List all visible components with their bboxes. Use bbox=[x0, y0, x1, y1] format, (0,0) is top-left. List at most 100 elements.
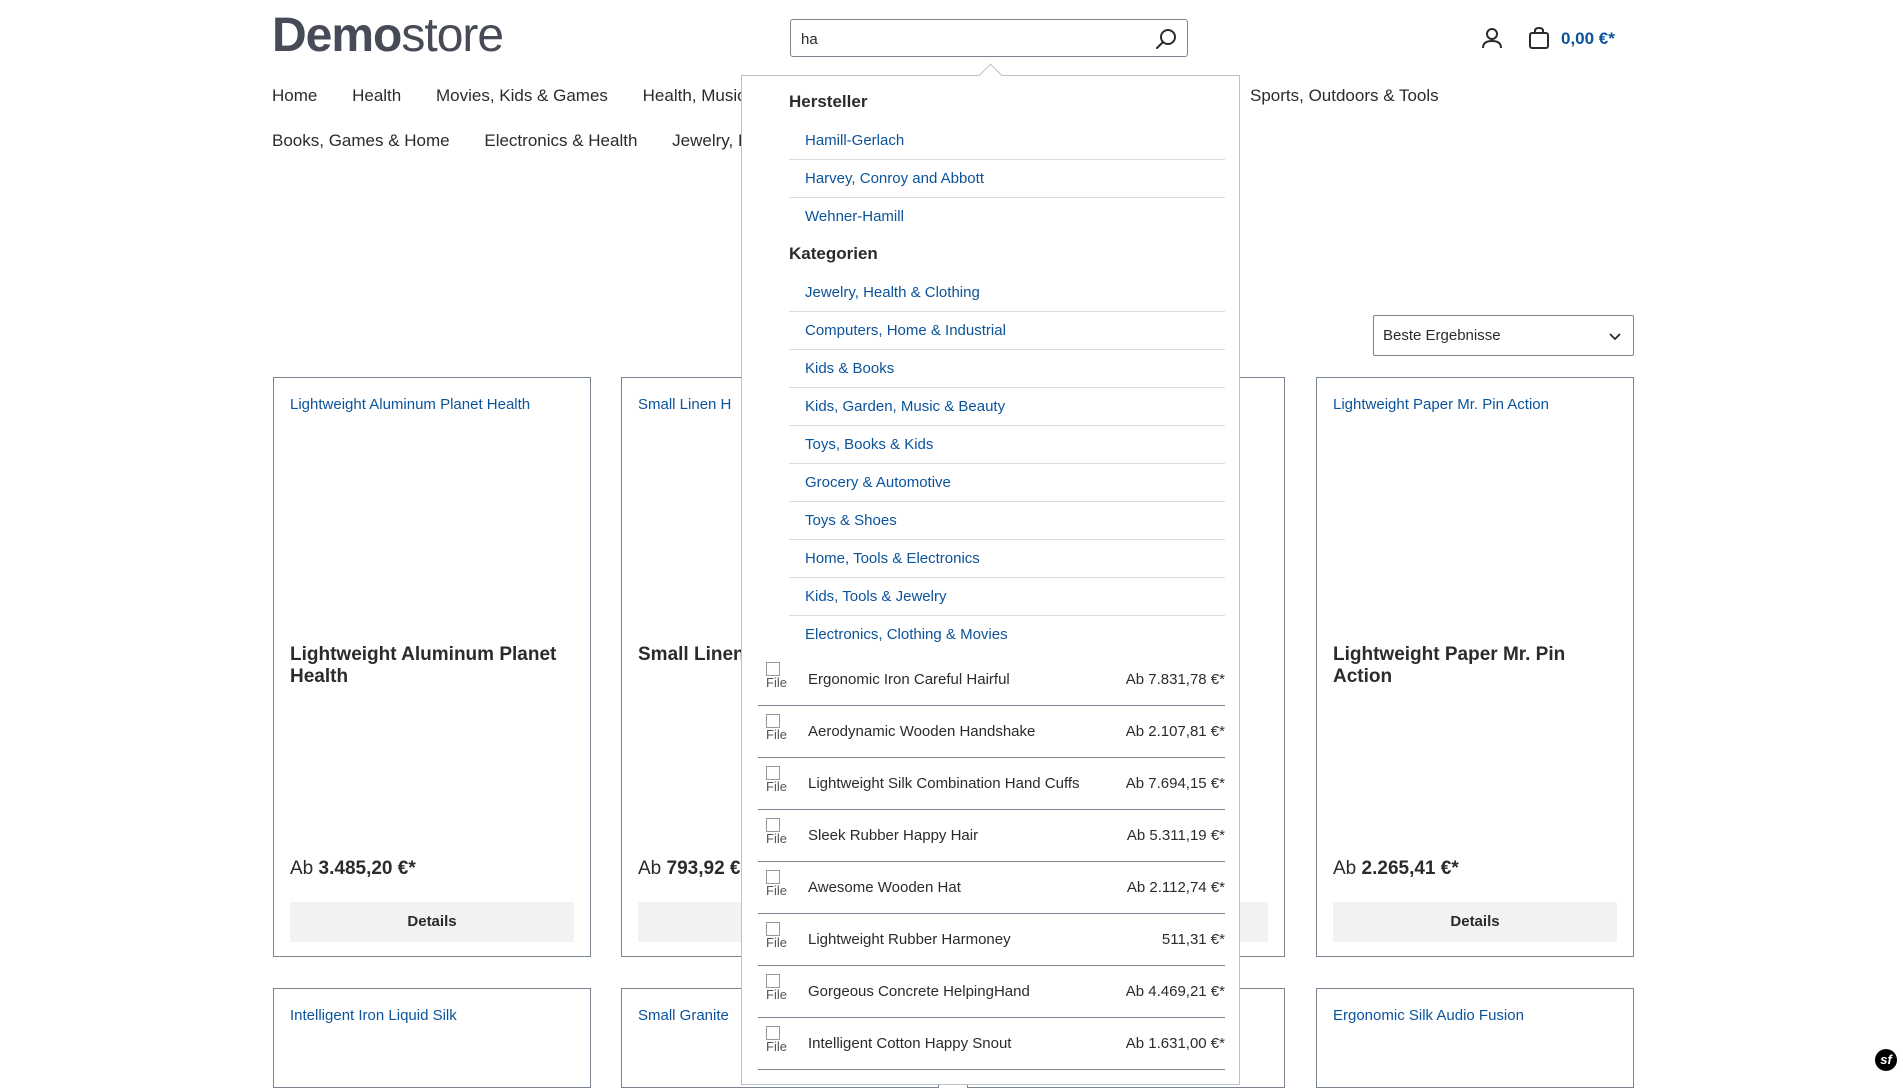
category-suggestion[interactable]: Grocery & Automotive bbox=[789, 464, 1225, 502]
suggestion-link[interactable]: Kids & Books bbox=[805, 360, 894, 377]
account-icon[interactable] bbox=[1480, 26, 1504, 50]
product-title[interactable]: Lightweight Aluminum Planet Health bbox=[290, 644, 580, 688]
product-card: Ergonomic Silk Audio Fusion bbox=[1316, 988, 1634, 1088]
chevron-down-icon bbox=[1607, 328, 1623, 344]
thumbnail-alt: File bbox=[766, 727, 787, 742]
product-suggestion-name: Gorgeous Concrete HelpingHand bbox=[808, 983, 1030, 1000]
suggestion-link[interactable]: Kids, Tools & Jewelry bbox=[805, 588, 946, 605]
suggestion-link[interactable]: Jewelry, Health & Clothing bbox=[805, 284, 980, 301]
sort-selected-value: Beste Ergebnisse bbox=[1383, 327, 1501, 344]
suggestion-link[interactable]: Toys, Books & Kids bbox=[805, 436, 933, 453]
product-title[interactable]: Lightweight Paper Mr. Pin Action bbox=[1333, 644, 1623, 688]
nav-item[interactable]: Movies, Kids & Games bbox=[436, 86, 608, 105]
suggestion-link[interactable]: Wehner-Hamill bbox=[805, 208, 904, 225]
suggestion-link[interactable]: Computers, Home & Industrial bbox=[805, 322, 1006, 339]
suggestion-link[interactable]: Kids, Garden, Music & Beauty bbox=[805, 398, 1005, 415]
category-suggestion[interactable]: Kids & Books bbox=[789, 350, 1225, 388]
product-suggestion-price: Ab 1.631,00 €* bbox=[1125, 1035, 1225, 1052]
product-suggestion[interactable]: File Gorgeous Concrete HelpingHand Ab 4.… bbox=[758, 966, 1225, 1018]
suggestion-link[interactable]: Electronics, Clothing & Movies bbox=[805, 626, 1008, 643]
broken-image-icon bbox=[766, 974, 780, 988]
category-suggestion[interactable]: Toys & Shoes bbox=[789, 502, 1225, 540]
search-icon[interactable] bbox=[1153, 26, 1179, 52]
category-suggestion[interactable]: Kids, Garden, Music & Beauty bbox=[789, 388, 1225, 426]
product-suggestion-price: Ab 5.311,19 €* bbox=[1126, 827, 1225, 844]
product-image[interactable]: Intelligent Iron Liquid Silk bbox=[290, 1007, 457, 1024]
nav-item[interactable]: Health bbox=[352, 86, 401, 105]
main-nav-row1: Home Health Movies, Kids & Games Health,… bbox=[272, 86, 792, 106]
category-suggestion[interactable]: Electronics, Clothing & Movies bbox=[789, 616, 1225, 654]
product-price: Ab 2.265,41 €* bbox=[1333, 858, 1459, 880]
thumbnail-alt: File bbox=[766, 831, 787, 846]
nav-item[interactable]: Electronics & Health bbox=[484, 131, 637, 150]
logo-light-text: store bbox=[401, 9, 504, 62]
product-suggestion-price: Ab 7.831,78 €* bbox=[1125, 671, 1225, 688]
category-suggestion[interactable]: Home, Tools & Electronics bbox=[789, 540, 1225, 578]
product-price: Ab 793,92 € bbox=[638, 858, 741, 880]
product-suggestion-name: Lightweight Rubber Harmoney bbox=[808, 931, 1011, 948]
product-suggestion[interactable]: File Sleek Rubber Happy Hair Ab 5.311,19… bbox=[758, 810, 1225, 862]
details-button[interactable]: Details bbox=[290, 902, 574, 942]
product-suggestion[interactable]: File Awesome Wooden Hat Ab 2.112,74 €* bbox=[758, 862, 1225, 914]
store-logo[interactable]: Demostore bbox=[272, 9, 504, 62]
price-prefix: Ab bbox=[638, 858, 662, 879]
category-suggestion[interactable]: Toys, Books & Kids bbox=[789, 426, 1225, 464]
manufacturers-title: Hersteller bbox=[789, 92, 868, 111]
product-card: Lightweight Paper Mr. Pin Action Lightwe… bbox=[1316, 377, 1634, 957]
product-image[interactable]: Small Linen H bbox=[638, 396, 731, 413]
manufacturer-suggestion[interactable]: Hamill-Gerlach bbox=[789, 122, 1225, 160]
search-input[interactable] bbox=[799, 26, 1143, 52]
thumbnail-alt: File bbox=[766, 675, 787, 690]
nav-item[interactable]: Home bbox=[272, 86, 317, 105]
product-thumbnail: File bbox=[766, 818, 788, 854]
product-suggestion[interactable]: File Ergonomic Iron Careful Hairful Ab 7… bbox=[758, 654, 1225, 706]
cart-total[interactable]: 0,00 €* bbox=[1561, 29, 1615, 49]
product-image[interactable]: Lightweight Aluminum Planet Health bbox=[290, 396, 530, 413]
product-suggestion-name: Sleek Rubber Happy Hair bbox=[808, 827, 979, 844]
price-prefix: Ab bbox=[290, 858, 314, 879]
product-suggestion[interactable]: File Aerodynamic Wooden Handshake Ab 2.1… bbox=[758, 706, 1225, 758]
details-button[interactable]: Details bbox=[1333, 902, 1617, 942]
price-prefix: Ab bbox=[1333, 858, 1357, 879]
product-price: Ab 3.485,20 €* bbox=[290, 858, 416, 880]
suggestion-link[interactable]: Toys & Shoes bbox=[805, 512, 897, 529]
category-suggestion[interactable]: Jewelry, Health & Clothing bbox=[789, 274, 1225, 312]
nav-item[interactable]: Books, Games & Home bbox=[272, 131, 450, 150]
product-suggestion-name: Ergonomic Iron Careful Hairful bbox=[808, 671, 1010, 688]
category-suggestion[interactable]: Kids, Tools & Jewelry bbox=[789, 578, 1225, 616]
product-suggestion[interactable]: File Intelligent Cotton Happy Snout Ab 1… bbox=[758, 1018, 1225, 1070]
broken-image-icon bbox=[766, 714, 780, 728]
thumbnail-alt: File bbox=[766, 779, 787, 794]
product-thumbnail: File bbox=[766, 974, 788, 1010]
cart-icon[interactable] bbox=[1527, 26, 1551, 50]
manufacturer-suggestion[interactable]: Wehner-Hamill bbox=[789, 198, 1225, 236]
suggestion-link[interactable]: Home, Tools & Electronics bbox=[805, 550, 980, 567]
nav-item-sports-outdoors-tools[interactable]: Sports, Outdoors & Tools bbox=[1250, 86, 1439, 106]
suggestion-link[interactable]: Harvey, Conroy and Abbott bbox=[805, 170, 984, 187]
thumbnail-alt: File bbox=[766, 883, 787, 898]
product-suggestion-price: Ab 2.112,74 €* bbox=[1126, 879, 1225, 896]
product-image[interactable]: Ergonomic Silk Audio Fusion bbox=[1333, 1007, 1524, 1024]
search-suggest-dropdown: Hersteller Hamill-Gerlach Harvey, Conroy… bbox=[741, 63, 1240, 1085]
product-thumbnail: File bbox=[766, 714, 788, 750]
product-image[interactable]: Small Granite bbox=[638, 1007, 729, 1024]
product-suggestion[interactable]: File Lightweight Silk Combination Hand C… bbox=[758, 758, 1225, 810]
product-suggestion[interactable]: File Lightweight Rubber Harmoney 511,31 … bbox=[758, 914, 1225, 966]
manufacturer-suggestion[interactable]: Harvey, Conroy and Abbott bbox=[789, 160, 1225, 198]
main-nav-row2: Books, Games & Home Electronics & Health… bbox=[272, 131, 789, 151]
product-suggestion-price: Ab 4.469,21 €* bbox=[1125, 983, 1225, 1000]
product-suggestion-name: Aerodynamic Wooden Handshake bbox=[808, 723, 1036, 740]
thumbnail-alt: File bbox=[766, 1039, 787, 1054]
thumbnail-alt: File bbox=[766, 935, 787, 950]
product-thumbnail: File bbox=[766, 922, 788, 958]
product-image[interactable]: Lightweight Paper Mr. Pin Action bbox=[1333, 396, 1549, 413]
price-value: 793,92 € bbox=[666, 858, 741, 879]
sort-select[interactable]: Beste Ergebnisse bbox=[1373, 315, 1634, 356]
suggestion-link[interactable]: Grocery & Automotive bbox=[805, 474, 951, 491]
suggestion-link[interactable]: Hamill-Gerlach bbox=[805, 132, 904, 149]
category-suggestion[interactable]: Computers, Home & Industrial bbox=[789, 312, 1225, 350]
symfony-debug-icon[interactable]: sf bbox=[1875, 1049, 1897, 1071]
product-thumbnail: File bbox=[766, 870, 788, 906]
search-box bbox=[790, 19, 1188, 57]
price-value: 2.265,41 €* bbox=[1361, 858, 1459, 879]
